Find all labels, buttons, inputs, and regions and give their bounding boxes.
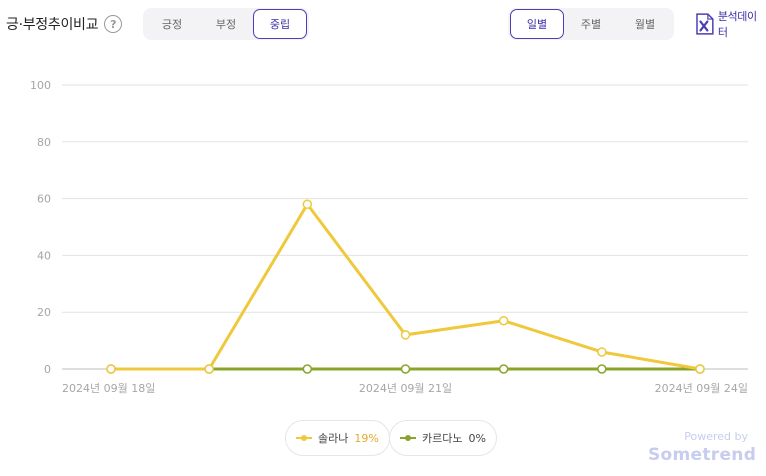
- y-tick-label-60: 60: [37, 193, 51, 206]
- data-point-0-3: [400, 330, 411, 340]
- y-tick-label-40: 40: [37, 249, 51, 262]
- data-point-0-5: [597, 347, 607, 357]
- powered-by-text: Powered by: [684, 430, 748, 443]
- legend-label-solana: 솔라나: [318, 432, 349, 445]
- legend-value-solana: 19%: [354, 431, 379, 445]
- y-tick-label-100: 100: [30, 79, 51, 92]
- legend-marker-cardano: [400, 435, 416, 441]
- legend-label-cardano: 카르다노: [422, 432, 463, 445]
- x-tick-label-0: 2024년 09월 18일: [62, 381, 155, 395]
- x-tick-label-1: 2024년 09월 21일: [359, 381, 452, 395]
- y-tick-label-20: 20: [37, 306, 51, 319]
- legend-item-solana[interactable]: 솔라나 19%: [285, 420, 390, 456]
- line-chart: 0 20 40 60 80 100 2024년 09월 18일 2024년 09월 21일 20…: [30, 79, 748, 395]
- series-line-0: [109, 202, 702, 371]
- data-point-1-5: [597, 364, 607, 374]
- legend-marker-solana: [296, 435, 312, 441]
- data-point-0-2: [302, 199, 313, 210]
- x-tick-label-2: 2024년 09월 24일: [655, 381, 748, 395]
- y-tick-label-80: 80: [37, 136, 51, 149]
- data-point-1-3: [400, 364, 411, 374]
- data-point-1-4: [498, 364, 509, 374]
- data-point-0-4: [498, 315, 509, 326]
- brand-logo: Sometrend: [648, 445, 757, 465]
- y-tick-label-0: 0: [44, 363, 51, 376]
- legend-item-cardano[interactable]: 카르다노 0%: [389, 420, 497, 456]
- data-point-0-0: [106, 364, 116, 374]
- data-point-0-6: [695, 364, 705, 374]
- legend-value-cardano: 0%: [468, 431, 486, 445]
- data-point-1-2: [302, 364, 313, 374]
- data-point-0-1: [204, 364, 214, 374]
